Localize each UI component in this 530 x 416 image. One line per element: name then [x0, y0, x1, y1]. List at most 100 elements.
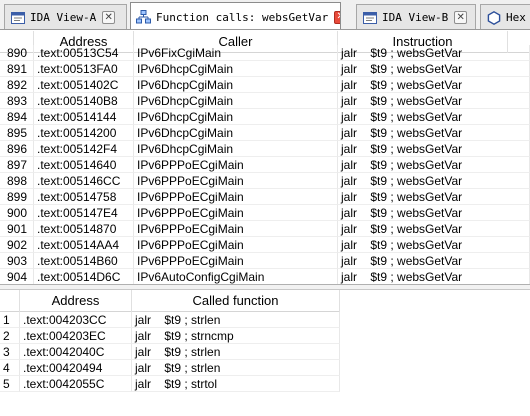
instruction-cell: jalr $t9 ; websGetVar — [338, 61, 530, 77]
row-number: 890 — [0, 45, 34, 61]
caller-cell: IPv6DhcpCgiMain — [134, 109, 338, 125]
row-number: 903 — [0, 253, 34, 269]
address-cell: .text:00514870 — [34, 221, 134, 237]
caller-cell: IPv6PPPoECgiMain — [134, 253, 338, 269]
row-number: 895 — [0, 125, 34, 141]
address-cell: .text:00513C54 — [34, 45, 134, 61]
table-row[interactable]: 890 .text:00513C54 IPv6FixCgiMain jalr $t9 … — [0, 45, 530, 61]
callers-table-body: 890 .text:00513C54 IPv6FixCgiMain jalr $t9 … — [0, 45, 530, 284]
caller-cell: IPv6DhcpCgiMain — [134, 93, 338, 109]
table-row[interactable]: 4 .text:00420494 jalr $t9 ; strlen — [0, 360, 340, 376]
address-cell: .text:004203CC — [20, 312, 132, 328]
instruction-cell: jalr $t9 ; websGetVar — [338, 221, 530, 237]
caller-cell: IPv6FixCgiMain — [134, 45, 338, 61]
tab-label: Hex — [506, 11, 526, 24]
caller-cell: IPv6DhcpCgiMain — [134, 77, 338, 93]
instruction-cell: jalr $t9 ; websGetVar — [338, 269, 530, 284]
ida-view-icon — [362, 11, 377, 25]
table-row[interactable]: 900 .text:005147E4 IPv6PPPoECgiMain jalr $t… — [0, 205, 530, 221]
table-row[interactable]: 891 .text:00513FA0 IPv6DhcpCgiMain jalr $t9… — [0, 61, 530, 77]
row-number: 3 — [0, 344, 20, 360]
address-cell: .text:005147E4 — [34, 205, 134, 221]
called-functions-pane: Address Called function 1 .text:004203CC j… — [0, 290, 530, 416]
row-number: 1 — [0, 312, 20, 328]
instruction-cell: jalr $t9 ; websGetVar — [338, 205, 530, 221]
address-cell: .text:00514AA4 — [34, 237, 134, 253]
tab-hex-view[interactable]: Hex — [480, 4, 530, 29]
tab-bar: IDA View-A ✕ Function calls: websGetVar … — [0, 0, 530, 30]
ida-view-icon — [10, 11, 25, 25]
instruction-cell: jalr $t9 ; websGetVar — [338, 77, 530, 93]
tab-label: IDA View-A — [30, 11, 97, 24]
table-row[interactable]: 902 .text:00514AA4 IPv6PPPoECgiMain jalr $t… — [0, 237, 530, 253]
row-number: 898 — [0, 173, 34, 189]
tab-ida-view-a[interactable]: IDA View-A ✕ — [4, 4, 127, 29]
row-number: 891 — [0, 61, 34, 77]
caller-cell: IPv6AutoConfigCgiMain — [134, 269, 338, 284]
column-header-called-function[interactable]: Called function — [132, 290, 340, 312]
table-row[interactable]: 896 .text:005142F4 IPv6DhcpCgiMain jalr $t9… — [0, 141, 530, 157]
close-icon[interactable]: ✕ — [334, 10, 340, 24]
row-number: 899 — [0, 189, 34, 205]
function-calls-icon — [136, 10, 151, 24]
address-cell: .text:00514640 — [34, 157, 134, 173]
address-cell: .text:00513FA0 — [34, 61, 134, 77]
address-cell: .text:005142F4 — [34, 141, 134, 157]
table-row[interactable]: 901 .text:00514870 IPv6PPPoECgiMain jalr $t… — [0, 221, 530, 237]
table-row[interactable]: 903 .text:00514B60 IPv6PPPoECgiMain jalr $t… — [0, 253, 530, 269]
tab-label: Function calls: websGetVar — [156, 10, 329, 24]
caller-cell: IPv6PPPoECgiMain — [134, 189, 338, 205]
column-header-address[interactable]: Address — [20, 290, 132, 312]
caller-cell: IPv6PPPoECgiMain — [134, 221, 338, 237]
address-cell: .text:00514758 — [34, 189, 134, 205]
table-row[interactable]: 899 .text:00514758 IPv6PPPoECgiMain jalr $t… — [0, 189, 530, 205]
instruction-cell: jalr $t9 ; websGetVar — [338, 189, 530, 205]
table-row[interactable]: 893 .text:005140B8 IPv6DhcpCgiMain jalr $t9… — [0, 93, 530, 109]
address-cell: .text:0042040C — [20, 344, 132, 360]
caller-cell: IPv6DhcpCgiMain — [134, 125, 338, 141]
caller-cell: IPv6PPPoECgiMain — [134, 157, 338, 173]
address-cell: .text:00514B60 — [34, 253, 134, 269]
row-number: 2 — [0, 328, 20, 344]
address-cell: .text:00514D6C — [34, 269, 134, 284]
row-number: 900 — [0, 205, 34, 221]
row-number: 901 — [0, 221, 34, 237]
table-row[interactable]: 892 .text:0051402C IPv6DhcpCgiMain jalr $t9… — [0, 77, 530, 93]
table-row[interactable]: 904 .text:00514D6C IPv6AutoConfigCgiMain ja… — [0, 269, 530, 284]
instruction-cell: jalr $t9 ; websGetVar — [338, 109, 530, 125]
address-cell: .text:0051402C — [34, 77, 134, 93]
table-row[interactable]: 898 .text:005146CC IPv6PPPoECgiMain jalr $t… — [0, 173, 530, 189]
called-function-cell: jalr $t9 ; strlen — [132, 344, 340, 360]
close-icon[interactable]: ✕ — [454, 11, 468, 24]
tab-ida-view-b[interactable]: IDA View-B ✕ — [356, 4, 476, 29]
address-cell: .text:00514144 — [34, 109, 134, 125]
row-number: 894 — [0, 109, 34, 125]
instruction-cell: jalr $t9 ; websGetVar — [338, 173, 530, 189]
table-row[interactable]: 5 .text:0042055C jalr $t9 ; strtol — [0, 376, 340, 392]
caller-cell: IPv6PPPoECgiMain — [134, 205, 338, 221]
called-function-cell: jalr $t9 ; strtol — [132, 376, 340, 392]
address-cell: .text:005140B8 — [34, 93, 134, 109]
table-row[interactable]: 1 .text:004203CC jalr $t9 ; strlen — [0, 312, 340, 328]
instruction-cell: jalr $t9 ; websGetVar — [338, 125, 530, 141]
called-table-body: 1 .text:004203CC jalr $t9 ; strlen 2 .text:0… — [0, 312, 340, 392]
table-row[interactable]: 3 .text:0042040C jalr $t9 ; strlen — [0, 344, 340, 360]
row-number: 893 — [0, 93, 34, 109]
address-cell: .text:00514200 — [34, 125, 134, 141]
table-row[interactable]: 895 .text:00514200 IPv6DhcpCgiMain jalr $t9… — [0, 125, 530, 141]
instruction-cell: jalr $t9 ; websGetVar — [338, 157, 530, 173]
called-function-cell: jalr $t9 ; strlen — [132, 312, 340, 328]
row-number: 896 — [0, 141, 34, 157]
row-number: 902 — [0, 237, 34, 253]
tab-function-calls[interactable]: Function calls: websGetVar ✕ — [130, 2, 341, 29]
table-row[interactable]: 894 .text:00514144 IPv6DhcpCgiMain jalr $t9… — [0, 109, 530, 125]
called-function-cell: jalr $t9 ; strncmp — [132, 328, 340, 344]
row-number: 897 — [0, 157, 34, 173]
table-row[interactable]: 897 .text:00514640 IPv6PPPoECgiMain jalr $t… — [0, 157, 530, 173]
close-icon[interactable]: ✕ — [102, 11, 116, 24]
table-row[interactable]: 2 .text:004203EC jalr $t9 ; strncmp — [0, 328, 340, 344]
address-cell: .text:005146CC — [34, 173, 134, 189]
hex-view-icon — [486, 10, 501, 25]
tab-label: IDA View-B — [382, 11, 449, 24]
called-table-header: Address Called function — [0, 290, 340, 312]
